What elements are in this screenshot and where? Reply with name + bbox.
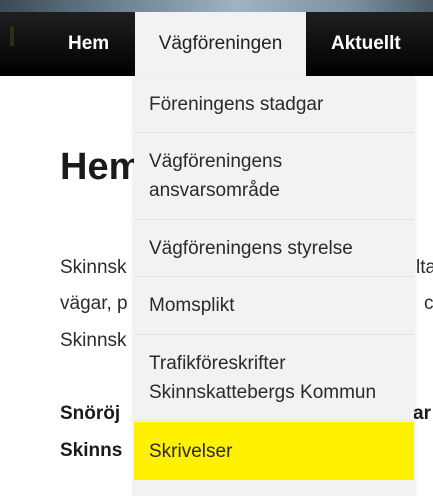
dropdown-item-momsplikt[interactable]: Momsplikt [134, 277, 414, 335]
intro-text-line-1: Skinnsk [60, 257, 127, 278]
dropdown-item-trafikforeskrifter[interactable]: Trafikföreskrifter Skinnskattebergs Komm… [134, 335, 414, 421]
page-title: Hem [60, 146, 143, 188]
snow-text-line-2: Skinns [60, 440, 123, 461]
dropdown-item-styrelse[interactable]: Vägföreningens styrelse [134, 220, 414, 277]
dropdown-item-foreningens-stadgar[interactable]: Föreningens stadgar [134, 76, 414, 133]
intro-text-line-3: Skinnsk [60, 330, 127, 351]
intro-text-line-2: vägar, p [60, 293, 128, 314]
navbar-logo-fragment [10, 26, 14, 46]
dropdown-item-label: Vägföreningens ansvarsområde [149, 151, 283, 201]
intro-text-right-fragment-2: c [424, 293, 433, 314]
dropdown-item-skrivelser[interactable]: Skrivelser [134, 422, 414, 480]
dropdown-item-ansvarsomrade[interactable]: Vägföreningens ansvarsområde [134, 133, 414, 220]
snow-text-line-1: Snöröj [60, 403, 121, 424]
nav-item-hem[interactable]: Hem [68, 12, 109, 76]
dropdown-item-label: Trafikföreskrifter Skinnskattebergs Komm… [149, 352, 377, 403]
dropdown-item-label: Vägföreningens styrelse [149, 237, 353, 259]
dropdown-item-label: Föreningens stadgar [149, 93, 324, 115]
nav-item-vagforeningen[interactable]: Vägföreningen [135, 12, 306, 76]
dropdown-item-label: Skrivelser [149, 440, 233, 462]
nav-item-aktuellt[interactable]: Aktuellt [331, 12, 401, 76]
header-banner-image [0, 0, 433, 12]
dropdown-item-label: Momsplikt [149, 295, 235, 316]
vagforeningen-dropdown-menu: Föreningens stadgar Vägföreningens ansva… [134, 76, 414, 496]
intro-text-right-fragment-1: lta [416, 257, 433, 278]
snow-text-right-fragment: ar [413, 403, 431, 424]
